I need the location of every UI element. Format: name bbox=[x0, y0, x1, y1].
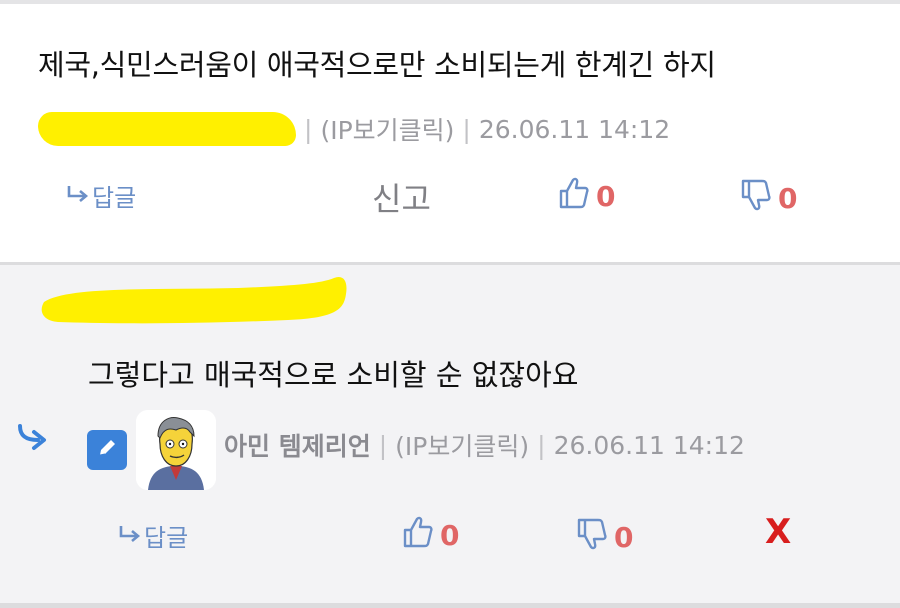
top-border bbox=[0, 0, 900, 4]
avatar-image[interactable] bbox=[136, 410, 216, 490]
dislike-count: 0 bbox=[778, 182, 798, 215]
thumbs-up-icon bbox=[402, 515, 440, 556]
like-count: 0 bbox=[596, 180, 616, 213]
reply-button[interactable]: 답글 bbox=[66, 178, 136, 213]
reply-label: 답글 bbox=[92, 184, 137, 212]
like-count: 0 bbox=[440, 519, 460, 552]
meta-separator: | bbox=[537, 430, 546, 460]
reply-button[interactable]: 답글 bbox=[118, 518, 188, 553]
pencil-icon bbox=[96, 437, 118, 463]
reply-arrow-icon bbox=[66, 182, 90, 210]
comment-meta: | (IP보기클릭) | 26.06.11 14:12 bbox=[38, 112, 670, 146]
like-button[interactable]: 0 bbox=[402, 515, 459, 556]
delete-button[interactable]: X bbox=[765, 512, 791, 552]
report-button[interactable]: 신고 bbox=[372, 174, 431, 220]
dislike-button[interactable]: 0 bbox=[740, 178, 797, 219]
thread-reply-arrow-icon bbox=[16, 422, 50, 456]
edit-button[interactable] bbox=[87, 430, 127, 470]
dislike-button[interactable]: 0 bbox=[576, 517, 633, 558]
comment-thread: 제국,식민스러움이 애국적으로만 소비되는게 한계긴 하지 | (IP보기클릭)… bbox=[0, 0, 900, 608]
comment-item: 제국,식민스러움이 애국적으로만 소비되는게 한계긴 하지 | (IP보기클릭)… bbox=[0, 0, 900, 262]
ip-view-link[interactable]: (IP보기클릭) bbox=[320, 111, 454, 147]
reply-arrow-icon bbox=[118, 522, 142, 550]
comment-timestamp: 26.06.11 14:12 bbox=[478, 114, 671, 144]
thumbs-down-icon bbox=[576, 517, 614, 558]
author-censor-mark bbox=[38, 112, 296, 146]
thumbs-down-icon bbox=[740, 178, 778, 219]
like-button[interactable]: 0 bbox=[558, 176, 615, 217]
meta-separator: | bbox=[378, 430, 388, 460]
comment-body: 제국,식민스러움이 애국적으로만 소비되는게 한계긴 하지 bbox=[38, 48, 716, 82]
reply-body: 그렇다고 매국적으로 소비할 순 없잖아요 bbox=[88, 358, 579, 392]
reply-label: 답글 bbox=[144, 524, 189, 552]
reply-timestamp: 26.06.11 14:12 bbox=[553, 430, 745, 460]
thumbs-up-icon bbox=[558, 176, 596, 217]
dislike-count: 0 bbox=[614, 521, 634, 554]
meta-separator: | bbox=[304, 114, 313, 144]
reply-author-name[interactable]: 아민 템제리언 bbox=[224, 427, 371, 463]
meta-separator: | bbox=[462, 114, 471, 144]
quoted-author-censor-mark bbox=[38, 272, 350, 328]
ip-view-link[interactable]: (IP보기클릭) bbox=[395, 427, 529, 463]
reply-meta: 아민 템제리언 | (IP보기클릭) | 26.06.11 14:12 bbox=[224, 428, 745, 462]
bottom-border bbox=[0, 603, 900, 608]
